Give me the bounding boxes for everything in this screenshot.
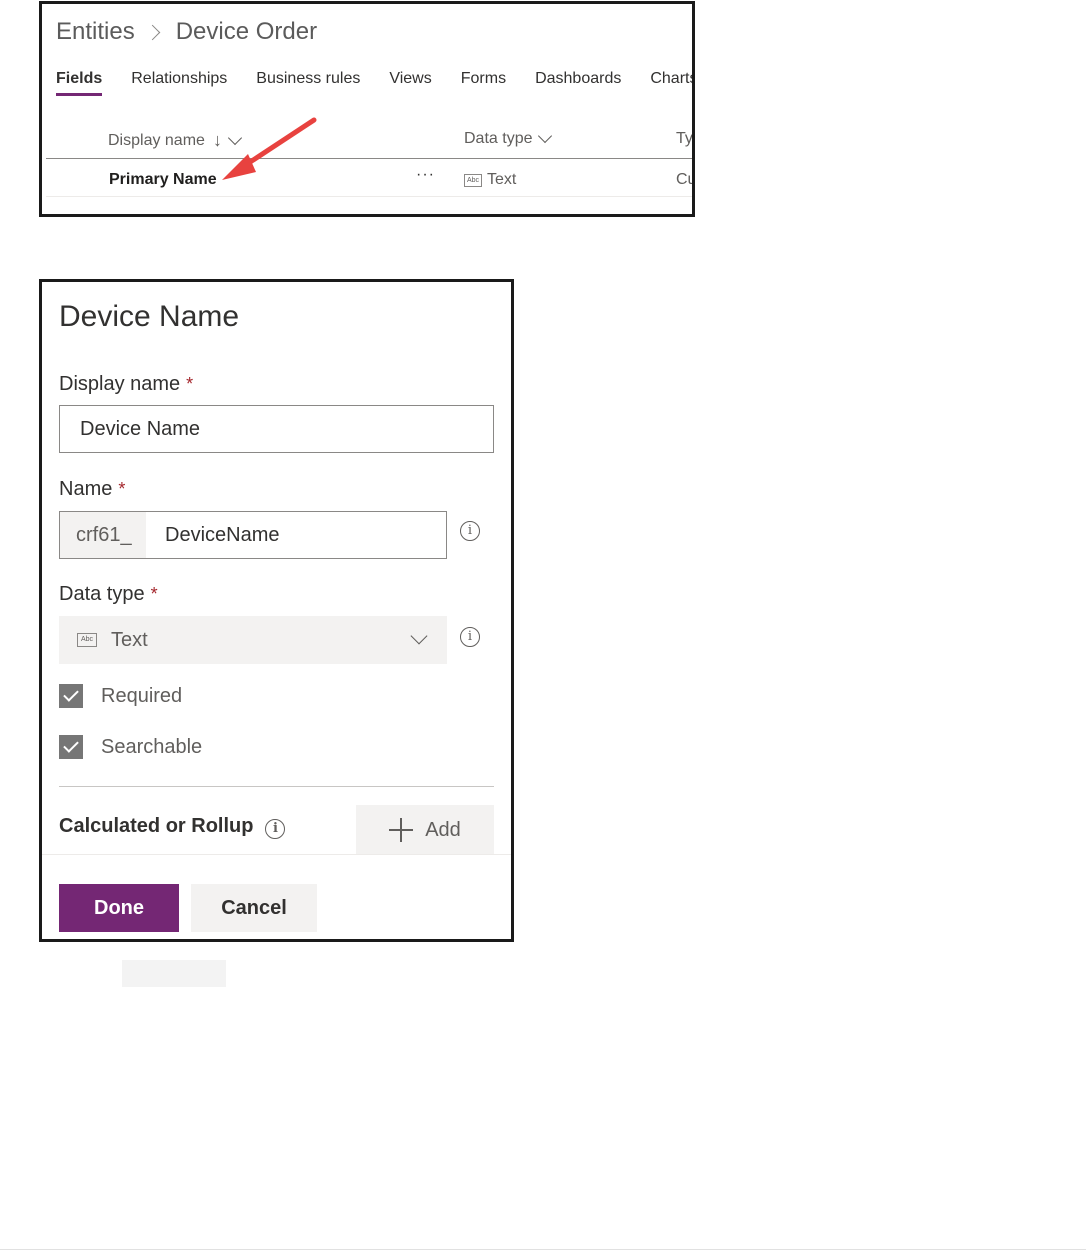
required-checkbox-row[interactable]: Required (59, 684, 182, 708)
data-type-label: Data type * (59, 583, 158, 606)
chevron-down-icon (410, 627, 428, 645)
field-data-type-label: Text (487, 171, 517, 188)
tab-dashboards[interactable]: Dashboards (535, 70, 621, 94)
searchable-checkbox[interactable] (59, 735, 83, 759)
page-bottom-divider (0, 1249, 1086, 1250)
name-input-value[interactable]: DeviceName (146, 512, 279, 558)
text-field-icon: Abc (464, 173, 482, 187)
column-header-display-name-label: Display name (108, 131, 205, 149)
tab-fields[interactable]: Fields (56, 70, 103, 96)
searchable-checkbox-row[interactable]: Searchable (59, 735, 202, 759)
publisher-prefix: crf61_ (60, 512, 146, 558)
add-button-label: Add (425, 818, 461, 841)
field-display-name[interactable]: Primary Name (109, 171, 217, 189)
searchable-checkbox-label: Searchable (101, 735, 203, 758)
column-header-type[interactable]: Ty (676, 130, 693, 148)
data-type-selected-value: Text (111, 628, 148, 651)
required-checkbox-label: Required (101, 684, 183, 707)
chevron-right-icon (144, 24, 160, 40)
footer-divider (42, 854, 511, 855)
name-input[interactable]: crf61_ DeviceName (59, 511, 447, 559)
column-header-type-label: Ty (676, 130, 693, 147)
add-calculated-button[interactable]: Add (356, 805, 494, 855)
tab-views[interactable]: Views (389, 70, 431, 94)
info-icon[interactable]: i (460, 627, 480, 647)
placeholder-block (122, 960, 226, 987)
entity-tabs: Fields Relationships Business rules View… (56, 70, 692, 96)
section-divider (59, 786, 494, 787)
row-divider (46, 196, 692, 197)
panel-title: Device Name (59, 300, 240, 333)
required-marker: * (118, 479, 126, 499)
column-header-display-name[interactable]: Display name ↓ (108, 130, 243, 151)
more-options-icon[interactable]: ··· (416, 166, 435, 184)
annotation-arrow-shaft (235, 117, 317, 173)
data-type-label-text: Data type (59, 583, 145, 605)
column-header-data-type[interactable]: Data type (464, 128, 553, 148)
field-type: Cu (676, 171, 695, 188)
tab-forms[interactable]: Forms (461, 70, 506, 94)
chevron-down-icon[interactable] (227, 130, 243, 145)
breadcrumb-current: Device Order (175, 18, 318, 45)
text-field-icon: Abc (77, 633, 97, 647)
cancel-button[interactable]: Cancel (191, 884, 317, 932)
name-label-text: Name (59, 478, 113, 500)
required-marker: * (150, 584, 158, 604)
calculated-rollup-label: Calculated or Rollup i (59, 815, 286, 839)
header-divider (46, 158, 692, 159)
name-label: Name * (59, 478, 125, 501)
display-name-label-text: Display name (59, 373, 181, 395)
chevron-down-icon[interactable] (538, 128, 553, 144)
entity-fields-panel: Entities Device Order Fields Relationshi… (39, 1, 695, 217)
required-checkbox[interactable] (59, 684, 83, 708)
display-name-input[interactable]: Device Name (59, 405, 494, 453)
tab-charts[interactable]: Charts (650, 70, 692, 94)
tab-relationships[interactable]: Relationships (131, 70, 227, 94)
field-editor-panel: Device Name Display name * Device Name Na… (39, 279, 514, 942)
field-data-type: Abc Text (464, 171, 516, 189)
sort-descending-icon: ↓ (212, 130, 222, 150)
data-type-dropdown[interactable]: Abc Text (59, 616, 447, 664)
column-header-data-type-label: Data type (464, 130, 533, 147)
required-marker: * (186, 374, 194, 394)
display-name-label: Display name * (59, 373, 193, 396)
breadcrumb-entities-link[interactable]: Entities (56, 18, 135, 46)
info-icon[interactable]: i (460, 521, 480, 541)
done-button[interactable]: Done (59, 884, 179, 932)
breadcrumb: Entities Device Order (56, 18, 317, 46)
calculated-rollup-label-text: Calculated or Rollup (59, 815, 254, 837)
plus-icon (389, 818, 414, 842)
info-icon[interactable]: i (265, 818, 286, 839)
tab-business-rules[interactable]: Business rules (256, 70, 360, 94)
